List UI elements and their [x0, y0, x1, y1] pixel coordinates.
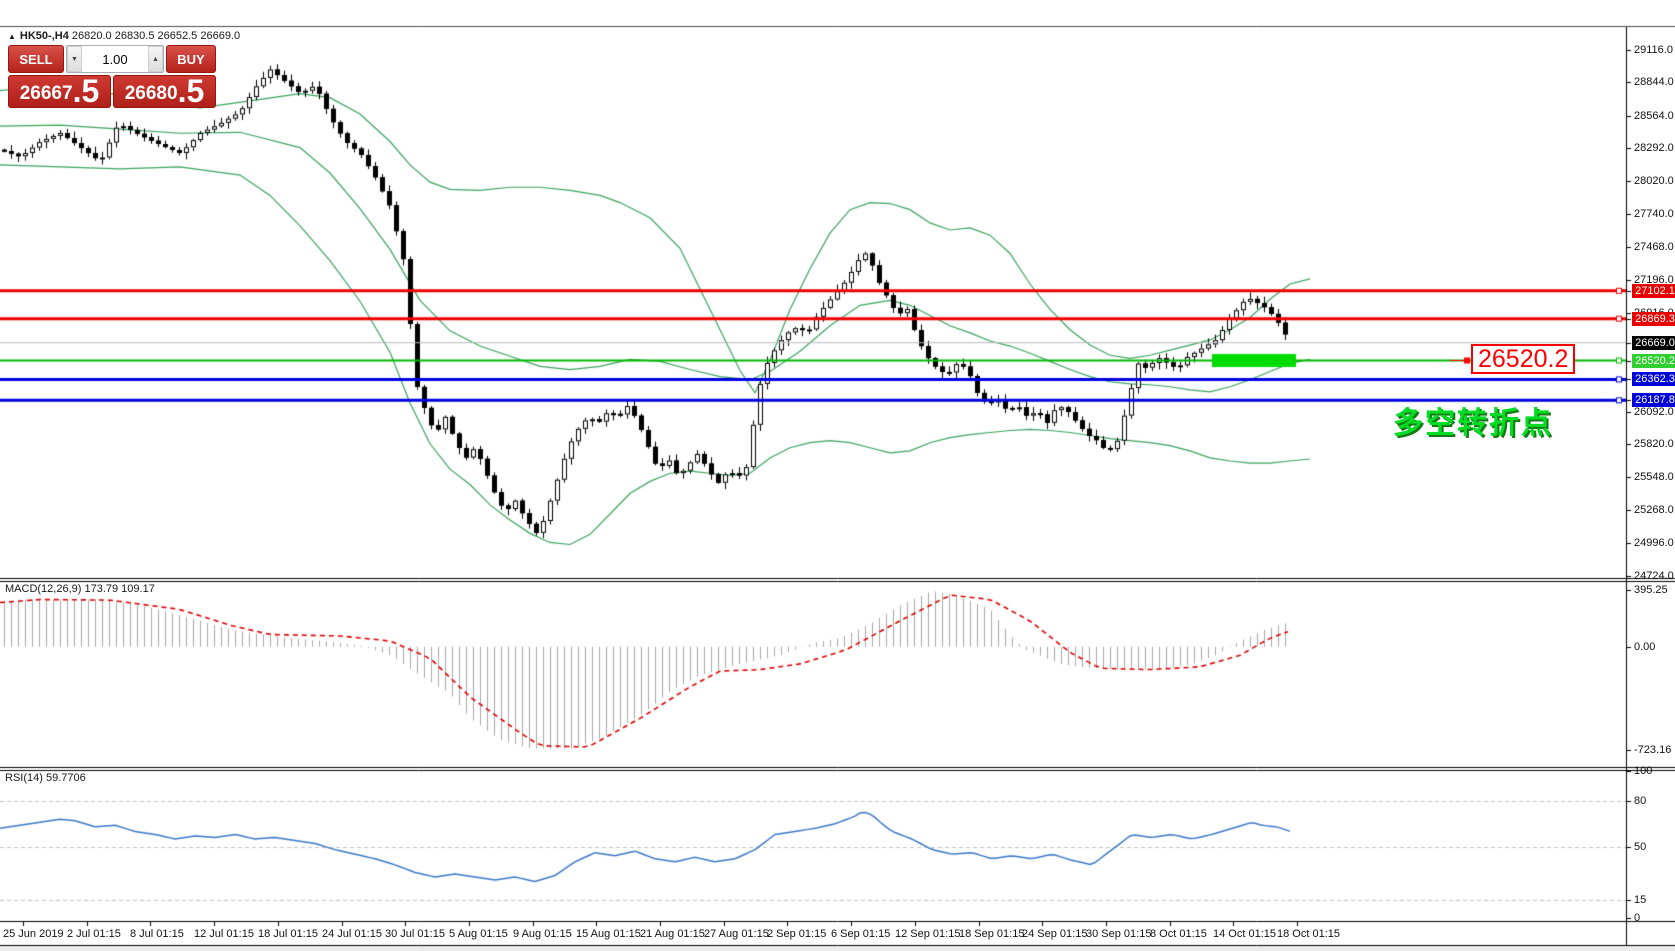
symbol-period-label: HK50-,H4 [20, 30, 69, 42]
chart-title: ▲ HK50-,H4 26820.0 26830.5 26652.5 26669.… [8, 30, 240, 42]
sell-price-display[interactable]: 26667.5 [8, 75, 111, 108]
time-tick-label: 12 Jul 01:15 [194, 928, 254, 940]
sell-price-int: 26667 [20, 82, 73, 106]
price-annotation-label[interactable]: 26520.2 [1471, 344, 1575, 374]
time-tick-label: 30 Sep 01:15 [1086, 928, 1151, 940]
volume-input[interactable] [82, 46, 148, 72]
price-tick-label: 28020.0 [1634, 175, 1674, 187]
macd-indicator-label: MACD(12,26,9) 173.79 109.17 [5, 583, 155, 595]
collapse-panel-icon[interactable]: ▲ [8, 32, 16, 41]
price-tick-label: 28564.0 [1634, 110, 1674, 122]
macd-tick-label: 395.25 [1634, 584, 1668, 596]
time-tick-label: 8 Jul 01:15 [130, 928, 184, 940]
time-tick-label: 27 Aug 01:15 [704, 928, 769, 940]
price-tick-label: 28292.0 [1634, 142, 1674, 154]
price-line-badge: 26362.3 [1632, 372, 1675, 386]
rsi-indicator-label: RSI(14) 59.7706 [5, 772, 86, 784]
time-tick-label: 14 Oct 01:15 [1213, 928, 1276, 940]
macd-tick-label: 0.00 [1634, 641, 1655, 653]
time-tick-label: 21 Aug 01:15 [640, 928, 705, 940]
buy-price-int: 26680 [125, 82, 178, 106]
trend-note-annotation: 多空转折点 [1393, 398, 1553, 442]
ohlc-values: 26820.0 26830.5 26652.5 26669.0 [72, 30, 240, 42]
macd-tick-label: -723.16 [1634, 744, 1671, 756]
rsi-tick-label: 50 [1634, 841, 1646, 853]
rsi-tick-label: 80 [1634, 795, 1646, 807]
chart-canvas[interactable] [0, 0, 1675, 951]
time-tick-label: 18 Jul 01:15 [258, 928, 318, 940]
time-tick-label: 2 Jul 01:15 [67, 928, 121, 940]
price-tick-label: 27468.0 [1634, 241, 1674, 253]
price-line-badge: 26869.3 [1632, 312, 1675, 326]
buy-price-display[interactable]: 26680.5 [113, 75, 216, 108]
price-tick-label: 25820.0 [1634, 438, 1674, 450]
time-tick-label: 18 Sep 01:15 [959, 928, 1024, 940]
time-tick-label: 12 Sep 01:15 [895, 928, 960, 940]
time-tick-label: 18 Oct 01:15 [1277, 928, 1340, 940]
time-tick-label: 24 Sep 01:15 [1022, 928, 1087, 940]
price-line-badge: 27102.1 [1632, 284, 1675, 298]
sell-price-frac: .5 [73, 76, 100, 106]
price-line-badge: 26520.2 [1632, 354, 1675, 368]
price-tick-label: 26092.0 [1634, 406, 1674, 418]
time-tick-label: 2 Sep 01:15 [767, 928, 826, 940]
rsi-tick-label: 100 [1634, 765, 1652, 777]
price-tick-label: 24996.0 [1634, 537, 1674, 549]
time-tick-label: 25 Jun 2019 [3, 928, 64, 940]
trading-terminal-window: ✚新订单◆☻◉▶自动交易▥◫∿⊕⊖⇥⇤▦▾◷▾▨▾↖+|—∕EFAT❖▾M1M5… [0, 0, 1675, 951]
volume-decrease-button[interactable]: ▼ [67, 46, 82, 72]
rsi-tick-label: 15 [1634, 894, 1646, 906]
time-tick-label: 6 Sep 01:15 [831, 928, 890, 940]
buy-price-frac: .5 [178, 76, 205, 106]
price-tick-label: 24724.0 [1634, 570, 1674, 582]
one-click-trading-panel: SELL ▼ ▲ BUY 26667.5 26680.5 [8, 45, 216, 108]
time-tick-label: 24 Jul 01:15 [322, 928, 382, 940]
time-tick-label: 5 Aug 01:15 [449, 928, 508, 940]
price-tick-label: 27740.0 [1634, 208, 1674, 220]
price-line-badge: 26669.0 [1632, 336, 1675, 350]
volume-stepper: ▼ ▲ [66, 45, 164, 73]
time-tick-label: 8 Oct 01:15 [1150, 928, 1207, 940]
price-tick-label: 25548.0 [1634, 471, 1674, 483]
price-tick-label: 28844.0 [1634, 76, 1674, 88]
time-tick-label: 15 Aug 01:15 [576, 928, 641, 940]
price-tick-label: 25268.0 [1634, 504, 1674, 516]
price-line-badge: 26187.8 [1632, 393, 1675, 407]
rsi-tick-label: 0 [1634, 912, 1640, 924]
buy-button[interactable]: BUY [166, 45, 216, 73]
time-tick-label: 30 Jul 01:15 [385, 928, 445, 940]
sell-button[interactable]: SELL [8, 45, 64, 73]
time-tick-label: 9 Aug 01:15 [513, 928, 572, 940]
volume-increase-button[interactable]: ▲ [148, 46, 163, 72]
price-tick-label: 29116.0 [1634, 44, 1673, 56]
